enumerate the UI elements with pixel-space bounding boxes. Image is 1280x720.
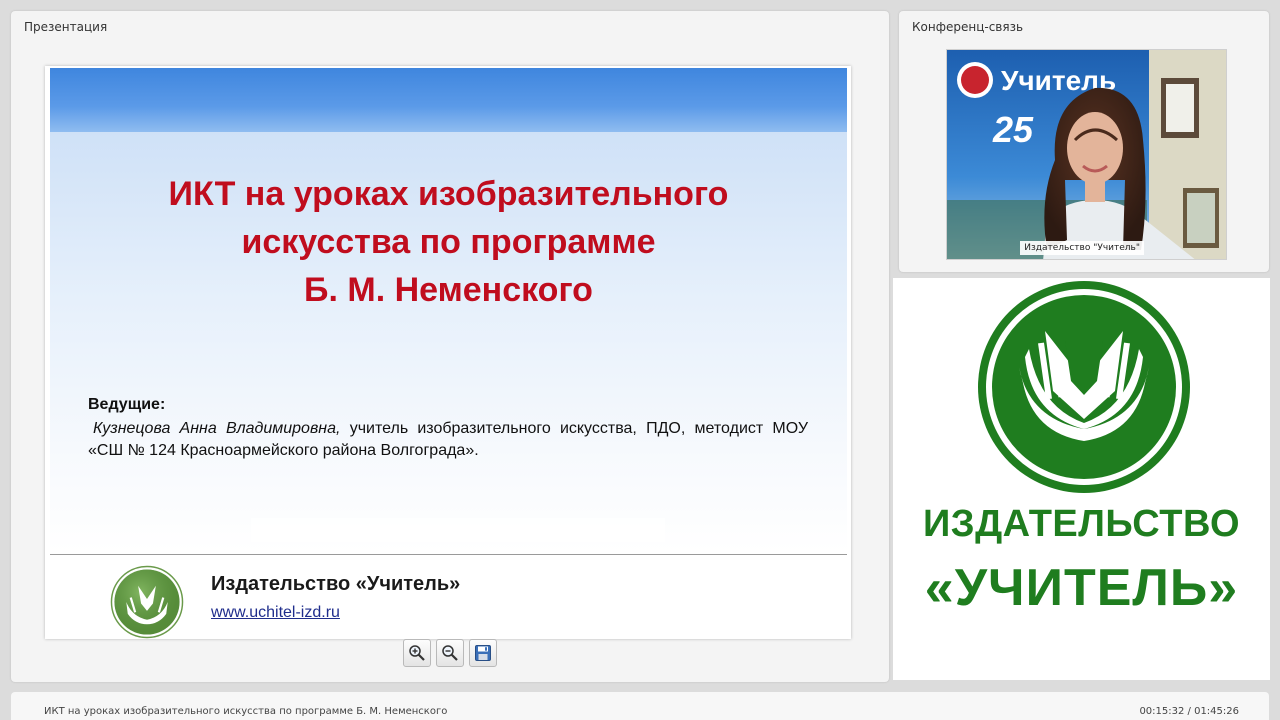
- slide-title-line-1: ИКТ на уроках изобразительного: [168, 175, 729, 213]
- presentation-panel-title: Презентация: [24, 20, 108, 34]
- footer-publisher-name: Издательство «Учитель»: [211, 573, 461, 595]
- publisher-logo-panel: ИЗДАТЕЛЬСТВО «УЧИТЕЛЬ»: [893, 278, 1270, 680]
- slide-title: ИКТ на уроках изобразительного искусства…: [50, 170, 847, 314]
- slide-title-line-2: искусства по программе: [241, 223, 656, 261]
- publisher-name-line-1: ИЗДАТЕЛЬСТВО: [922, 503, 1241, 545]
- slide-title-line-3: Б. М. Неменского: [304, 271, 593, 309]
- conference-panel: Конференц-связь Учитель 25 Издательство …: [899, 11, 1269, 272]
- publisher-logo-icon: [978, 281, 1190, 493]
- slide-faint-bar: [251, 518, 665, 542]
- publisher-name-line-2: «УЧИТЕЛЬ»: [924, 559, 1239, 617]
- presentation-panel: Презентация ИКТ на уроках изобразительно…: [11, 11, 889, 682]
- hosts-label: Ведущие:: [88, 396, 166, 413]
- status-playback-time: 00:15:32 / 01:45:26: [1139, 706, 1239, 717]
- status-event-title: ИКТ на уроках изобразительного искусства…: [44, 706, 448, 717]
- save-icon: [475, 645, 491, 661]
- publisher-logo-small-icon: [110, 565, 184, 639]
- status-bar: ИКТ на уроках изобразительного искусства…: [11, 692, 1269, 720]
- footer-publisher-link[interactable]: www.uchitel-izd.ru: [211, 604, 340, 622]
- hosts-text: Кузнецова Анна Владимировна, учитель изо…: [88, 418, 808, 462]
- zoom-in-icon: [409, 645, 425, 661]
- webcam-backdrop-number: 25: [992, 109, 1034, 150]
- host-name: Кузнецова Анна Владимировна,: [93, 420, 341, 437]
- webcam-caption: Издательство "Учитель": [1020, 241, 1144, 255]
- slide-footer-divider: [50, 554, 847, 555]
- save-button[interactable]: [469, 639, 497, 667]
- zoom-in-button[interactable]: [403, 639, 431, 667]
- zoom-out-icon: [442, 645, 458, 661]
- presentation-slide: ИКТ на уроках изобразительного искусства…: [45, 66, 851, 639]
- zoom-out-button[interactable]: [436, 639, 464, 667]
- webcam-frame: Учитель 25: [947, 50, 1226, 259]
- slide-header-band: [50, 68, 847, 132]
- conference-panel-title: Конференц-связь: [912, 20, 1024, 34]
- webcam-video[interactable]: Учитель 25 Издательство "Учитель": [946, 49, 1227, 260]
